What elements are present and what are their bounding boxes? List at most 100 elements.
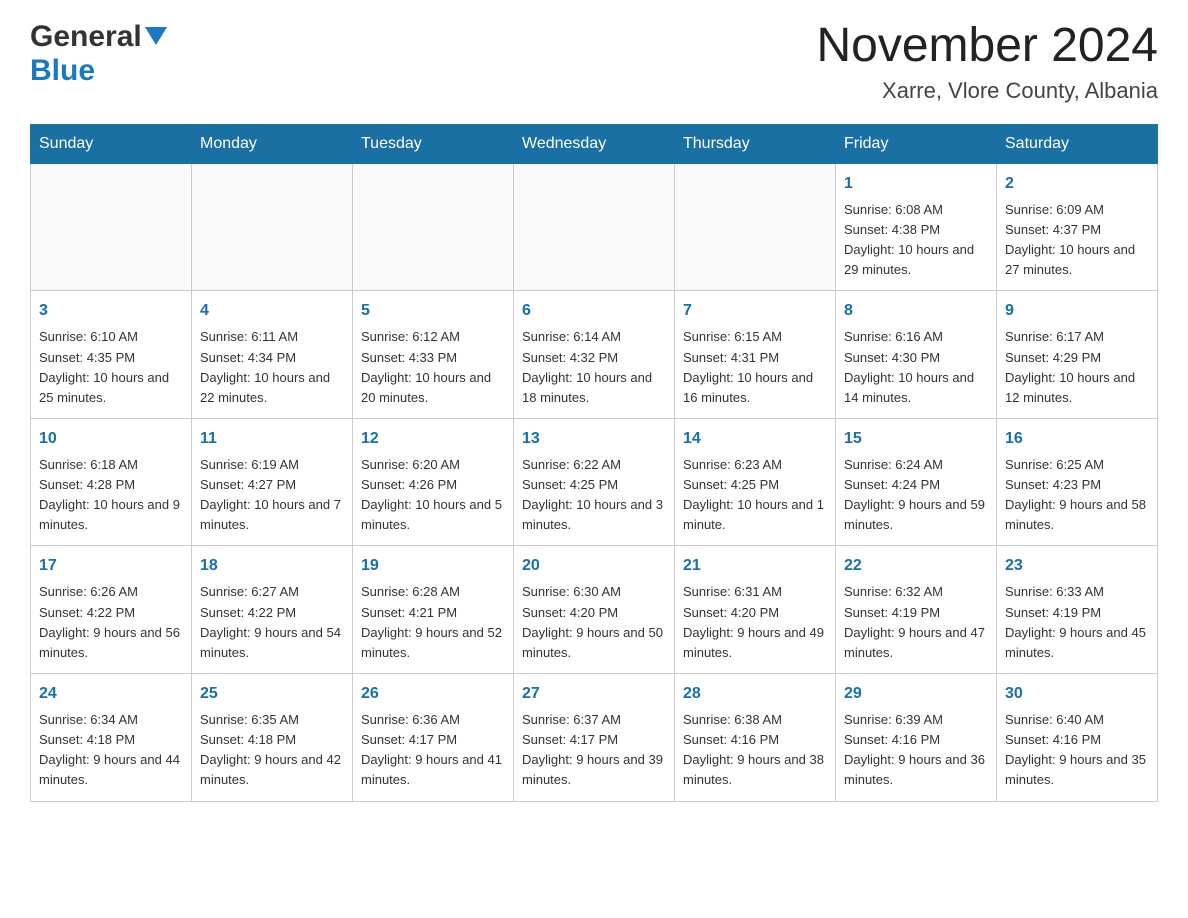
day-number: 27 <box>522 682 666 706</box>
day-info: Sunrise: 6:17 AM Sunset: 4:29 PM Dayligh… <box>1005 327 1149 408</box>
day-number: 26 <box>361 682 505 706</box>
day-number: 28 <box>683 682 827 706</box>
table-row: 15Sunrise: 6:24 AM Sunset: 4:24 PM Dayli… <box>836 418 997 546</box>
col-tuesday: Tuesday <box>353 124 514 163</box>
day-info: Sunrise: 6:22 AM Sunset: 4:25 PM Dayligh… <box>522 455 666 536</box>
table-row: 17 Sunrise: 6:26 AM Sunset: 4:22 PM Dayli… <box>31 546 192 674</box>
day-number: 1 <box>844 172 988 196</box>
table-row: 10 Sunrise: 6:18 AM Sunset: 4:28 PM Dayli… <box>31 418 192 546</box>
table-row <box>31 163 192 291</box>
table-row: 16 Sunrise: 6:25 AM Sunset: 4:23 PM Dayli… <box>997 418 1158 546</box>
day-info: Sunrise: 6:28 AM Sunset: 4:21 PM Dayligh… <box>361 582 505 663</box>
day-number: 10 <box>39 427 183 451</box>
day-number: 13 <box>522 427 666 451</box>
table-row: 26 Sunrise: 6:36 AM Sunset: 4:17 PM Dayli… <box>353 674 514 802</box>
day-number: 19 <box>361 554 505 578</box>
day-number: 20 <box>522 554 666 578</box>
day-number: 29 <box>844 682 988 706</box>
day-number: 16 <box>1005 427 1149 451</box>
day-number: 9 <box>1005 299 1149 323</box>
table-row: 14Sunrise: 6:23 AM Sunset: 4:25 PM Dayli… <box>675 418 836 546</box>
table-row: 9 Sunrise: 6:17 AM Sunset: 4:29 PM Daylig… <box>997 291 1158 419</box>
table-row: 4Sunrise: 6:11 AM Sunset: 4:34 PM Daylig… <box>192 291 353 419</box>
table-row: 22 Sunrise: 6:32 AM Sunset: 4:19 PM Dayli… <box>836 546 997 674</box>
table-row: 25 Sunrise: 6:35 AM Sunset: 4:18 PM Dayli… <box>192 674 353 802</box>
table-row: 8Sunrise: 6:16 AM Sunset: 4:30 PM Daylig… <box>836 291 997 419</box>
day-info: Sunrise: 6:33 AM Sunset: 4:19 PM Dayligh… <box>1005 582 1149 663</box>
day-info: Sunrise: 6:15 AM Sunset: 4:31 PM Dayligh… <box>683 327 827 408</box>
day-number: 22 <box>844 554 988 578</box>
day-info: Sunrise: 6:10 AM Sunset: 4:35 PM Dayligh… <box>39 327 183 408</box>
table-row: 11Sunrise: 6:19 AM Sunset: 4:27 PM Dayli… <box>192 418 353 546</box>
day-number: 21 <box>683 554 827 578</box>
day-info: Sunrise: 6:20 AM Sunset: 4:26 PM Dayligh… <box>361 455 505 536</box>
day-info: Sunrise: 6:32 AM Sunset: 4:19 PM Dayligh… <box>844 582 988 663</box>
day-number: 3 <box>39 299 183 323</box>
table-row <box>675 163 836 291</box>
logo-triangle-icon <box>145 27 167 49</box>
day-number: 5 <box>361 299 505 323</box>
day-info: Sunrise: 6:35 AM Sunset: 4:18 PM Dayligh… <box>200 710 344 791</box>
day-number: 24 <box>39 682 183 706</box>
table-row: 29 Sunrise: 6:39 AM Sunset: 4:16 PM Dayli… <box>836 674 997 802</box>
day-number: 23 <box>1005 554 1149 578</box>
day-info: Sunrise: 6:27 AM Sunset: 4:22 PM Dayligh… <box>200 582 344 663</box>
table-row: 18 Sunrise: 6:27 AM Sunset: 4:22 PM Dayli… <box>192 546 353 674</box>
day-number: 11 <box>200 427 344 451</box>
month-title: November 2024 <box>816 20 1158 73</box>
day-info: Sunrise: 6:12 AM Sunset: 4:33 PM Dayligh… <box>361 327 505 408</box>
calendar-week-row: 3 Sunrise: 6:10 AM Sunset: 4:35 PM Daylig… <box>31 291 1158 419</box>
col-sunday: Sunday <box>31 124 192 163</box>
day-info: Sunrise: 6:31 AM Sunset: 4:20 PM Dayligh… <box>683 582 827 663</box>
day-info: Sunrise: 6:36 AM Sunset: 4:17 PM Dayligh… <box>361 710 505 791</box>
table-row <box>192 163 353 291</box>
table-row: 2 Sunrise: 6:09 AM Sunset: 4:37 PM Daylig… <box>997 163 1158 291</box>
table-row: 6Sunrise: 6:14 AM Sunset: 4:32 PM Daylig… <box>514 291 675 419</box>
calendar-week-row: 1 Sunrise: 6:08 AM Sunset: 4:38 PM Daylig… <box>31 163 1158 291</box>
day-number: 7 <box>683 299 827 323</box>
table-row: 19 Sunrise: 6:28 AM Sunset: 4:21 PM Dayli… <box>353 546 514 674</box>
day-number: 30 <box>1005 682 1149 706</box>
table-row: 24 Sunrise: 6:34 AM Sunset: 4:18 PM Dayli… <box>31 674 192 802</box>
day-number: 18 <box>200 554 344 578</box>
header: General Blue November 2024 Xarre, Vlore … <box>30 20 1158 104</box>
calendar-week-row: 10 Sunrise: 6:18 AM Sunset: 4:28 PM Dayli… <box>31 418 1158 546</box>
col-saturday: Saturday <box>997 124 1158 163</box>
day-number: 15 <box>844 427 988 451</box>
table-row: 23 Sunrise: 6:33 AM Sunset: 4:19 PM Dayli… <box>997 546 1158 674</box>
day-info: Sunrise: 6:39 AM Sunset: 4:16 PM Dayligh… <box>844 710 988 791</box>
day-number: 6 <box>522 299 666 323</box>
calendar-table: Sunday Monday Tuesday Wednesday Thursday… <box>30 124 1158 802</box>
table-row: 12Sunrise: 6:20 AM Sunset: 4:26 PM Dayli… <box>353 418 514 546</box>
table-row: 21 Sunrise: 6:31 AM Sunset: 4:20 PM Dayli… <box>675 546 836 674</box>
day-number: 4 <box>200 299 344 323</box>
day-info: Sunrise: 6:34 AM Sunset: 4:18 PM Dayligh… <box>39 710 183 791</box>
day-info: Sunrise: 6:16 AM Sunset: 4:30 PM Dayligh… <box>844 327 988 408</box>
day-info: Sunrise: 6:25 AM Sunset: 4:23 PM Dayligh… <box>1005 455 1149 536</box>
table-row <box>514 163 675 291</box>
col-monday: Monday <box>192 124 353 163</box>
day-number: 14 <box>683 427 827 451</box>
day-number: 2 <box>1005 172 1149 196</box>
calendar-week-row: 17 Sunrise: 6:26 AM Sunset: 4:22 PM Dayli… <box>31 546 1158 674</box>
day-number: 25 <box>200 682 344 706</box>
table-row: 7 Sunrise: 6:15 AM Sunset: 4:31 PM Daylig… <box>675 291 836 419</box>
col-friday: Friday <box>836 124 997 163</box>
day-info: Sunrise: 6:09 AM Sunset: 4:37 PM Dayligh… <box>1005 200 1149 281</box>
logo: General Blue <box>30 20 167 88</box>
day-info: Sunrise: 6:38 AM Sunset: 4:16 PM Dayligh… <box>683 710 827 791</box>
table-row: 20Sunrise: 6:30 AM Sunset: 4:20 PM Dayli… <box>514 546 675 674</box>
logo-general-text: General <box>30 20 142 54</box>
col-thursday: Thursday <box>675 124 836 163</box>
day-info: Sunrise: 6:26 AM Sunset: 4:22 PM Dayligh… <box>39 582 183 663</box>
title-area: November 2024 Xarre, Vlore County, Alban… <box>816 20 1158 104</box>
day-info: Sunrise: 6:08 AM Sunset: 4:38 PM Dayligh… <box>844 200 988 281</box>
day-info: Sunrise: 6:40 AM Sunset: 4:16 PM Dayligh… <box>1005 710 1149 791</box>
day-info: Sunrise: 6:18 AM Sunset: 4:28 PM Dayligh… <box>39 455 183 536</box>
day-number: 17 <box>39 554 183 578</box>
table-row: 13 Sunrise: 6:22 AM Sunset: 4:25 PM Dayli… <box>514 418 675 546</box>
calendar-header-row: Sunday Monday Tuesday Wednesday Thursday… <box>31 124 1158 163</box>
table-row: 28 Sunrise: 6:38 AM Sunset: 4:16 PM Dayli… <box>675 674 836 802</box>
day-info: Sunrise: 6:37 AM Sunset: 4:17 PM Dayligh… <box>522 710 666 791</box>
table-row: 30 Sunrise: 6:40 AM Sunset: 4:16 PM Dayli… <box>997 674 1158 802</box>
